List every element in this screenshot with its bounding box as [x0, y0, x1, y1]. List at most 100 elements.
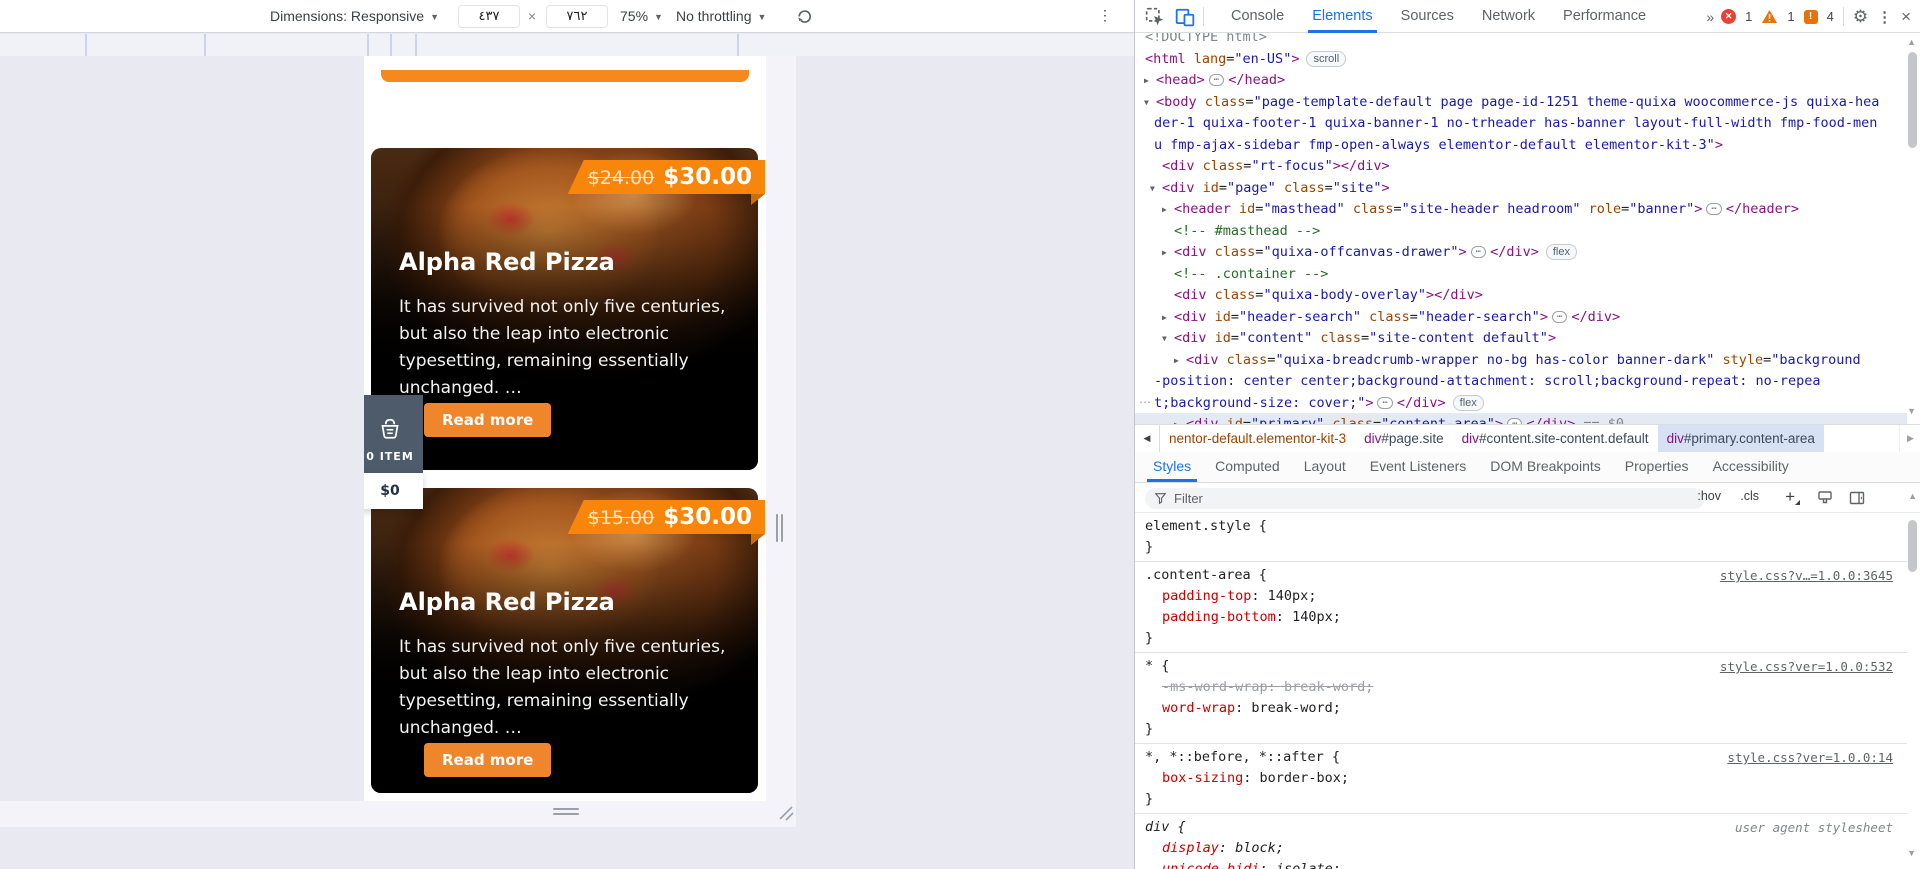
dom-tree-node[interactable]: t;background-size: cover;"> ⋯ </div> flex — [1154, 393, 1484, 414]
expand-arrow-icon[interactable]: ▶ — [1174, 414, 1179, 424]
viewport-resize-handle-right[interactable] — [781, 514, 783, 542]
rendering-brush-icon[interactable] — [1817, 490, 1833, 506]
pane-tab-event-listeners[interactable]: Event Listeners — [1358, 452, 1479, 482]
dom-tree-scrollbar[interactable] — [1908, 52, 1917, 148]
tab-network[interactable]: Network — [1468, 0, 1549, 33]
toggle-sidebar-icon[interactable] — [1849, 490, 1865, 506]
dom-tree-node[interactable]: ▶<div id="primary" class="content-area">… — [1174, 414, 1624, 424]
dom-tree-node[interactable]: ▶ <div class="quixa-offcanvas-drawer"> ⋯ </… — [1162, 242, 1577, 263]
stylesheet-source-link[interactable]: style.css?ver=1.0.0:532 — [1720, 656, 1893, 677]
scroll-down-icon[interactable]: ▼ — [1907, 406, 1916, 416]
scroll-up-icon[interactable]: ▲ — [1908, 491, 1917, 501]
rule-selector[interactable]: * { — [1145, 656, 1169, 677]
css-property-name[interactable]: padding-bottom — [1162, 609, 1276, 625]
expand-arrow-icon[interactable]: ▶ — [1144, 70, 1149, 91]
expand-inline-icon[interactable]: ⋯ — [1470, 246, 1487, 258]
scroll-badge[interactable]: scroll — [1306, 50, 1347, 67]
viewport-resize-handle-corner[interactable] — [777, 804, 795, 822]
dom-tree-node[interactable]: der-1 quixa-footer-1 quixa-banner-1 no-t… — [1154, 113, 1877, 134]
rule-selector[interactable]: *, *::before, *::after { — [1145, 747, 1340, 768]
css-property[interactable]: box-sizing: border-box; — [1135, 768, 1907, 789]
dom-tree-node[interactable]: ▶ <header id="masthead" class="site-heade… — [1162, 199, 1799, 220]
dom-tree-node[interactable]: <html lang="en-US"> scroll — [1145, 49, 1347, 70]
css-property-name[interactable]: -ms-word-wrap — [1162, 679, 1268, 695]
devtools-menu-icon[interactable]: ⋮ — [1877, 8, 1892, 26]
expand-inline-icon[interactable]: ⋯ — [1208, 74, 1225, 86]
viewport-height-input[interactable] — [546, 5, 608, 28]
tab-performance[interactable]: Performance — [1549, 0, 1660, 33]
expand-inline-icon[interactable]: ⋯ — [1377, 396, 1393, 409]
css-property[interactable]: unicode-bidi: isolate; — [1135, 859, 1907, 869]
dom-tree-node[interactable]: ▶ <div class="quixa-breadcrumb-wrapper no… — [1174, 350, 1861, 371]
new-style-rule-button[interactable]: + — [1785, 488, 1800, 505]
css-property[interactable]: word-wrap: break-word; — [1135, 698, 1907, 719]
css-property[interactable]: padding-bottom: 140px; — [1135, 607, 1907, 628]
tab-elements[interactable]: Elements — [1298, 0, 1386, 33]
stylesheet-source-link[interactable]: style.css?v…=1.0.0:3645 — [1720, 565, 1893, 586]
toggle-class-button[interactable]: .cls — [1740, 489, 1759, 503]
dom-tree-node[interactable]: <div class="quixa-body-overlay"></div> — [1174, 285, 1483, 306]
breadcrumb-item[interactable]: nentor-default.elementor-kit-3 — [1160, 425, 1355, 452]
css-property-name[interactable]: word-wrap — [1162, 700, 1235, 716]
breadcrumb-item[interactable]: div#content.site-content.default — [1453, 425, 1658, 452]
throttling-select[interactable]: No throttling ▼ — [676, 8, 766, 24]
device-toolbar-menu-icon[interactable]: ⋮ — [1098, 7, 1112, 24]
dom-tree-node[interactable]: ▼ <body class="page-template-default page… — [1144, 92, 1879, 113]
styles-filter-input[interactable]: Filter — [1145, 488, 1705, 509]
error-icon[interactable]: ✕ — [1721, 9, 1737, 24]
pane-tab-dom-breakpoints[interactable]: DOM Breakpoints — [1478, 452, 1612, 482]
pane-tab-layout[interactable]: Layout — [1292, 452, 1358, 482]
viewport-resize-handle-right[interactable] — [776, 514, 778, 542]
css-property-name[interactable]: box-sizing — [1162, 770, 1243, 786]
breadcrumb-item[interactable]: div#page.site — [1355, 425, 1453, 452]
expand-arrow-icon[interactable]: ▶ — [1162, 307, 1167, 328]
collapse-arrow-icon[interactable]: ▼ — [1150, 178, 1155, 199]
css-property[interactable]: padding-top: 140px; — [1135, 586, 1907, 607]
collapse-arrow-icon[interactable]: ▼ — [1162, 328, 1167, 349]
rule-selector[interactable]: element.style { — [1145, 516, 1267, 537]
dom-tree-node[interactable]: ▶ <div id="header-search" class="header-s… — [1162, 307, 1620, 328]
tab-console[interactable]: Console — [1217, 0, 1298, 33]
expand-arrow-icon[interactable]: ▶ — [1162, 199, 1167, 220]
css-property[interactable]: display: block; — [1135, 838, 1907, 859]
more-tabs-icon[interactable]: » — [1706, 9, 1714, 25]
settings-gear-icon[interactable]: ⚙ — [1853, 7, 1868, 27]
expand-inline-icon[interactable]: ⋯ — [1706, 203, 1722, 215]
dom-tree-node[interactable]: -position: center center;background-atta… — [1154, 371, 1820, 392]
stylesheet-source-link[interactable]: style.css?ver=1.0.0:14 — [1727, 747, 1893, 768]
media-query-bar[interactable] — [0, 34, 1134, 56]
css-property-value[interactable]: border-box — [1260, 770, 1341, 786]
inspect-element-icon[interactable] — [1145, 7, 1165, 27]
breadcrumb-back-icon[interactable]: ◀ — [1135, 425, 1160, 452]
issues-icon[interactable]: ! — [1803, 9, 1818, 24]
css-property-value[interactable]: isolate — [1276, 861, 1333, 869]
css-property-value[interactable]: block — [1235, 840, 1276, 856]
css-property-name[interactable]: unicode-bidi — [1162, 861, 1260, 869]
toggle-device-toolbar-icon[interactable] — [1175, 7, 1195, 27]
css-property-value[interactable]: break-word — [1251, 700, 1332, 716]
expand-arrow-icon[interactable]: ▶ — [1174, 350, 1179, 371]
breadcrumb-forward-icon[interactable]: ▶ — [1899, 425, 1920, 452]
dom-tree-node[interactable]: u fmp-ajax-sidebar fmp-open-always eleme… — [1154, 135, 1723, 156]
flex-badge[interactable]: flex — [1545, 244, 1577, 260]
zoom-select[interactable]: 75% ▼ — [620, 8, 663, 24]
dom-tree-node[interactable]: <!-- #masthead --> — [1174, 221, 1320, 242]
rule-selector[interactable]: .content-area { — [1145, 565, 1267, 586]
css-property-name[interactable]: display — [1162, 840, 1219, 856]
rotate-viewport-icon[interactable] — [795, 7, 814, 26]
rule-selector[interactable]: div { — [1145, 817, 1186, 838]
read-more-button[interactable]: Read more — [424, 743, 552, 777]
pane-tab-styles[interactable]: Styles — [1141, 452, 1203, 482]
mini-cart-widget[interactable]: 0 ITEM $0 — [364, 395, 423, 509]
scroll-down-icon[interactable]: ▼ — [1907, 848, 1916, 858]
dom-tree-node[interactable]: ▶ <head> ⋯ </head> — [1144, 70, 1285, 91]
pane-tab-computed[interactable]: Computed — [1203, 452, 1292, 482]
collapse-arrow-icon[interactable]: ▼ — [1144, 92, 1149, 113]
dom-tree-node[interactable]: <div class="rt-focus"></div> — [1162, 156, 1390, 177]
dom-tree-node[interactable]: <!-- .container --> — [1174, 264, 1328, 285]
warning-icon[interactable] — [1761, 9, 1778, 24]
cart-summary[interactable]: 0 ITEM — [364, 395, 423, 473]
expand-inline-icon[interactable]: ⋯ — [1551, 310, 1568, 323]
viewport-resize-handle-bottom[interactable] — [553, 813, 579, 815]
pane-tab-accessibility[interactable]: Accessibility — [1701, 452, 1801, 482]
